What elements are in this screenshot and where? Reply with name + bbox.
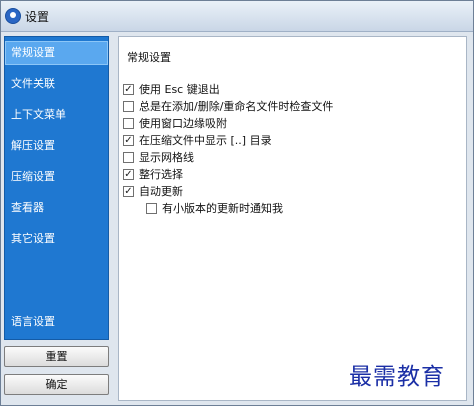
option-show-grid[interactable]: 显示网格线 [123, 150, 194, 166]
checkbox-icon[interactable]: ✓ [123, 134, 134, 146]
settings-sidebar: 常规设置 文件关联 上下文菜单 解压设置 压缩设置 查看器 其它设置 语言设置 [4, 36, 109, 340]
option-label: 在压缩文件中显示 [..] 目录 [139, 134, 272, 147]
sidebar-item-viewer[interactable]: 查看器 [5, 196, 108, 220]
option-label: 总是在添加/删除/重命名文件时检查文件 [139, 100, 334, 113]
checkbox-icon[interactable]: ✓ [123, 83, 134, 95]
watermark-text: 最需教育 [349, 364, 445, 390]
sidebar-item-context-menu[interactable]: 上下文菜单 [5, 103, 108, 127]
title-bar[interactable]: 设置 [1, 1, 473, 32]
option-label: 整行选择 [139, 168, 183, 181]
checkbox-icon[interactable] [123, 151, 134, 163]
settings-window: 设置 常规设置 文件关联 上下文菜单 解压设置 压缩设置 查看器 其它设置 语言… [0, 0, 474, 406]
option-label: 使用 Esc 键退出 [139, 83, 220, 96]
checkbox-icon[interactable]: ✓ [123, 185, 134, 197]
window-title: 设置 [25, 10, 50, 24]
option-full-row-select[interactable]: ✓ 整行选择 [123, 167, 183, 183]
option-window-snap[interactable]: 使用窗口边缘吸附 [123, 116, 227, 132]
sidebar-item-other[interactable]: 其它设置 [5, 227, 108, 251]
option-check-files[interactable]: 总是在添加/删除/重命名文件时检查文件 [123, 99, 333, 115]
app-logo-icon [5, 8, 21, 24]
panel-title: 常规设置 [127, 51, 171, 64]
general-settings-panel: 常规设置 ✓ 使用 Esc 键退出 总是在添加/删除/重命名文件时检查文件 使用窗… [118, 36, 467, 401]
checkbox-icon[interactable] [146, 202, 157, 214]
sidebar-item-compress[interactable]: 压缩设置 [5, 165, 108, 189]
ok-button[interactable]: 确定 [4, 374, 109, 395]
checkbox-icon[interactable] [123, 100, 134, 112]
sidebar-item-file-association[interactable]: 文件关联 [5, 72, 108, 96]
option-label: 显示网格线 [139, 151, 194, 164]
sidebar-item-language[interactable]: 语言设置 [5, 310, 108, 334]
checkbox-icon[interactable] [123, 117, 134, 129]
option-minor-update-notify[interactable]: 有小版本的更新时通知我 [146, 201, 283, 217]
option-label: 有小版本的更新时通知我 [162, 202, 283, 215]
option-show-parent-dir[interactable]: ✓ 在压缩文件中显示 [..] 目录 [123, 133, 272, 149]
checkbox-icon[interactable]: ✓ [123, 168, 134, 180]
option-label: 自动更新 [139, 185, 183, 198]
sidebar-item-extract[interactable]: 解压设置 [5, 134, 108, 158]
reset-button[interactable]: 重置 [4, 346, 109, 367]
option-esc-exit[interactable]: ✓ 使用 Esc 键退出 [123, 82, 220, 98]
option-label: 使用窗口边缘吸附 [139, 117, 227, 130]
option-auto-update[interactable]: ✓ 自动更新 [123, 184, 183, 200]
sidebar-item-general[interactable]: 常规设置 [5, 41, 108, 65]
